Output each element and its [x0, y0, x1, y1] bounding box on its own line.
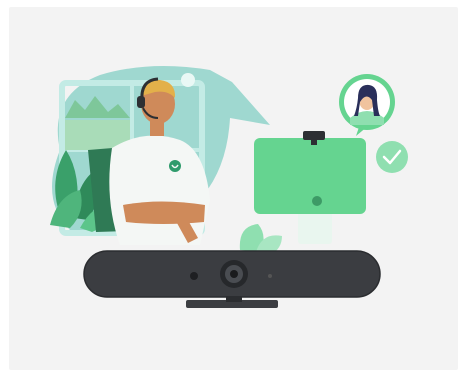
monitor	[254, 131, 366, 244]
sun-icon	[181, 73, 195, 87]
webcam-icon	[303, 131, 325, 140]
headset-icon	[137, 96, 145, 108]
illustration	[50, 66, 408, 308]
remote-avatar	[339, 74, 395, 136]
heart-badge-icon	[169, 160, 181, 172]
check-icon	[376, 141, 408, 173]
video-bar	[83, 250, 381, 308]
check-badge	[376, 141, 408, 173]
